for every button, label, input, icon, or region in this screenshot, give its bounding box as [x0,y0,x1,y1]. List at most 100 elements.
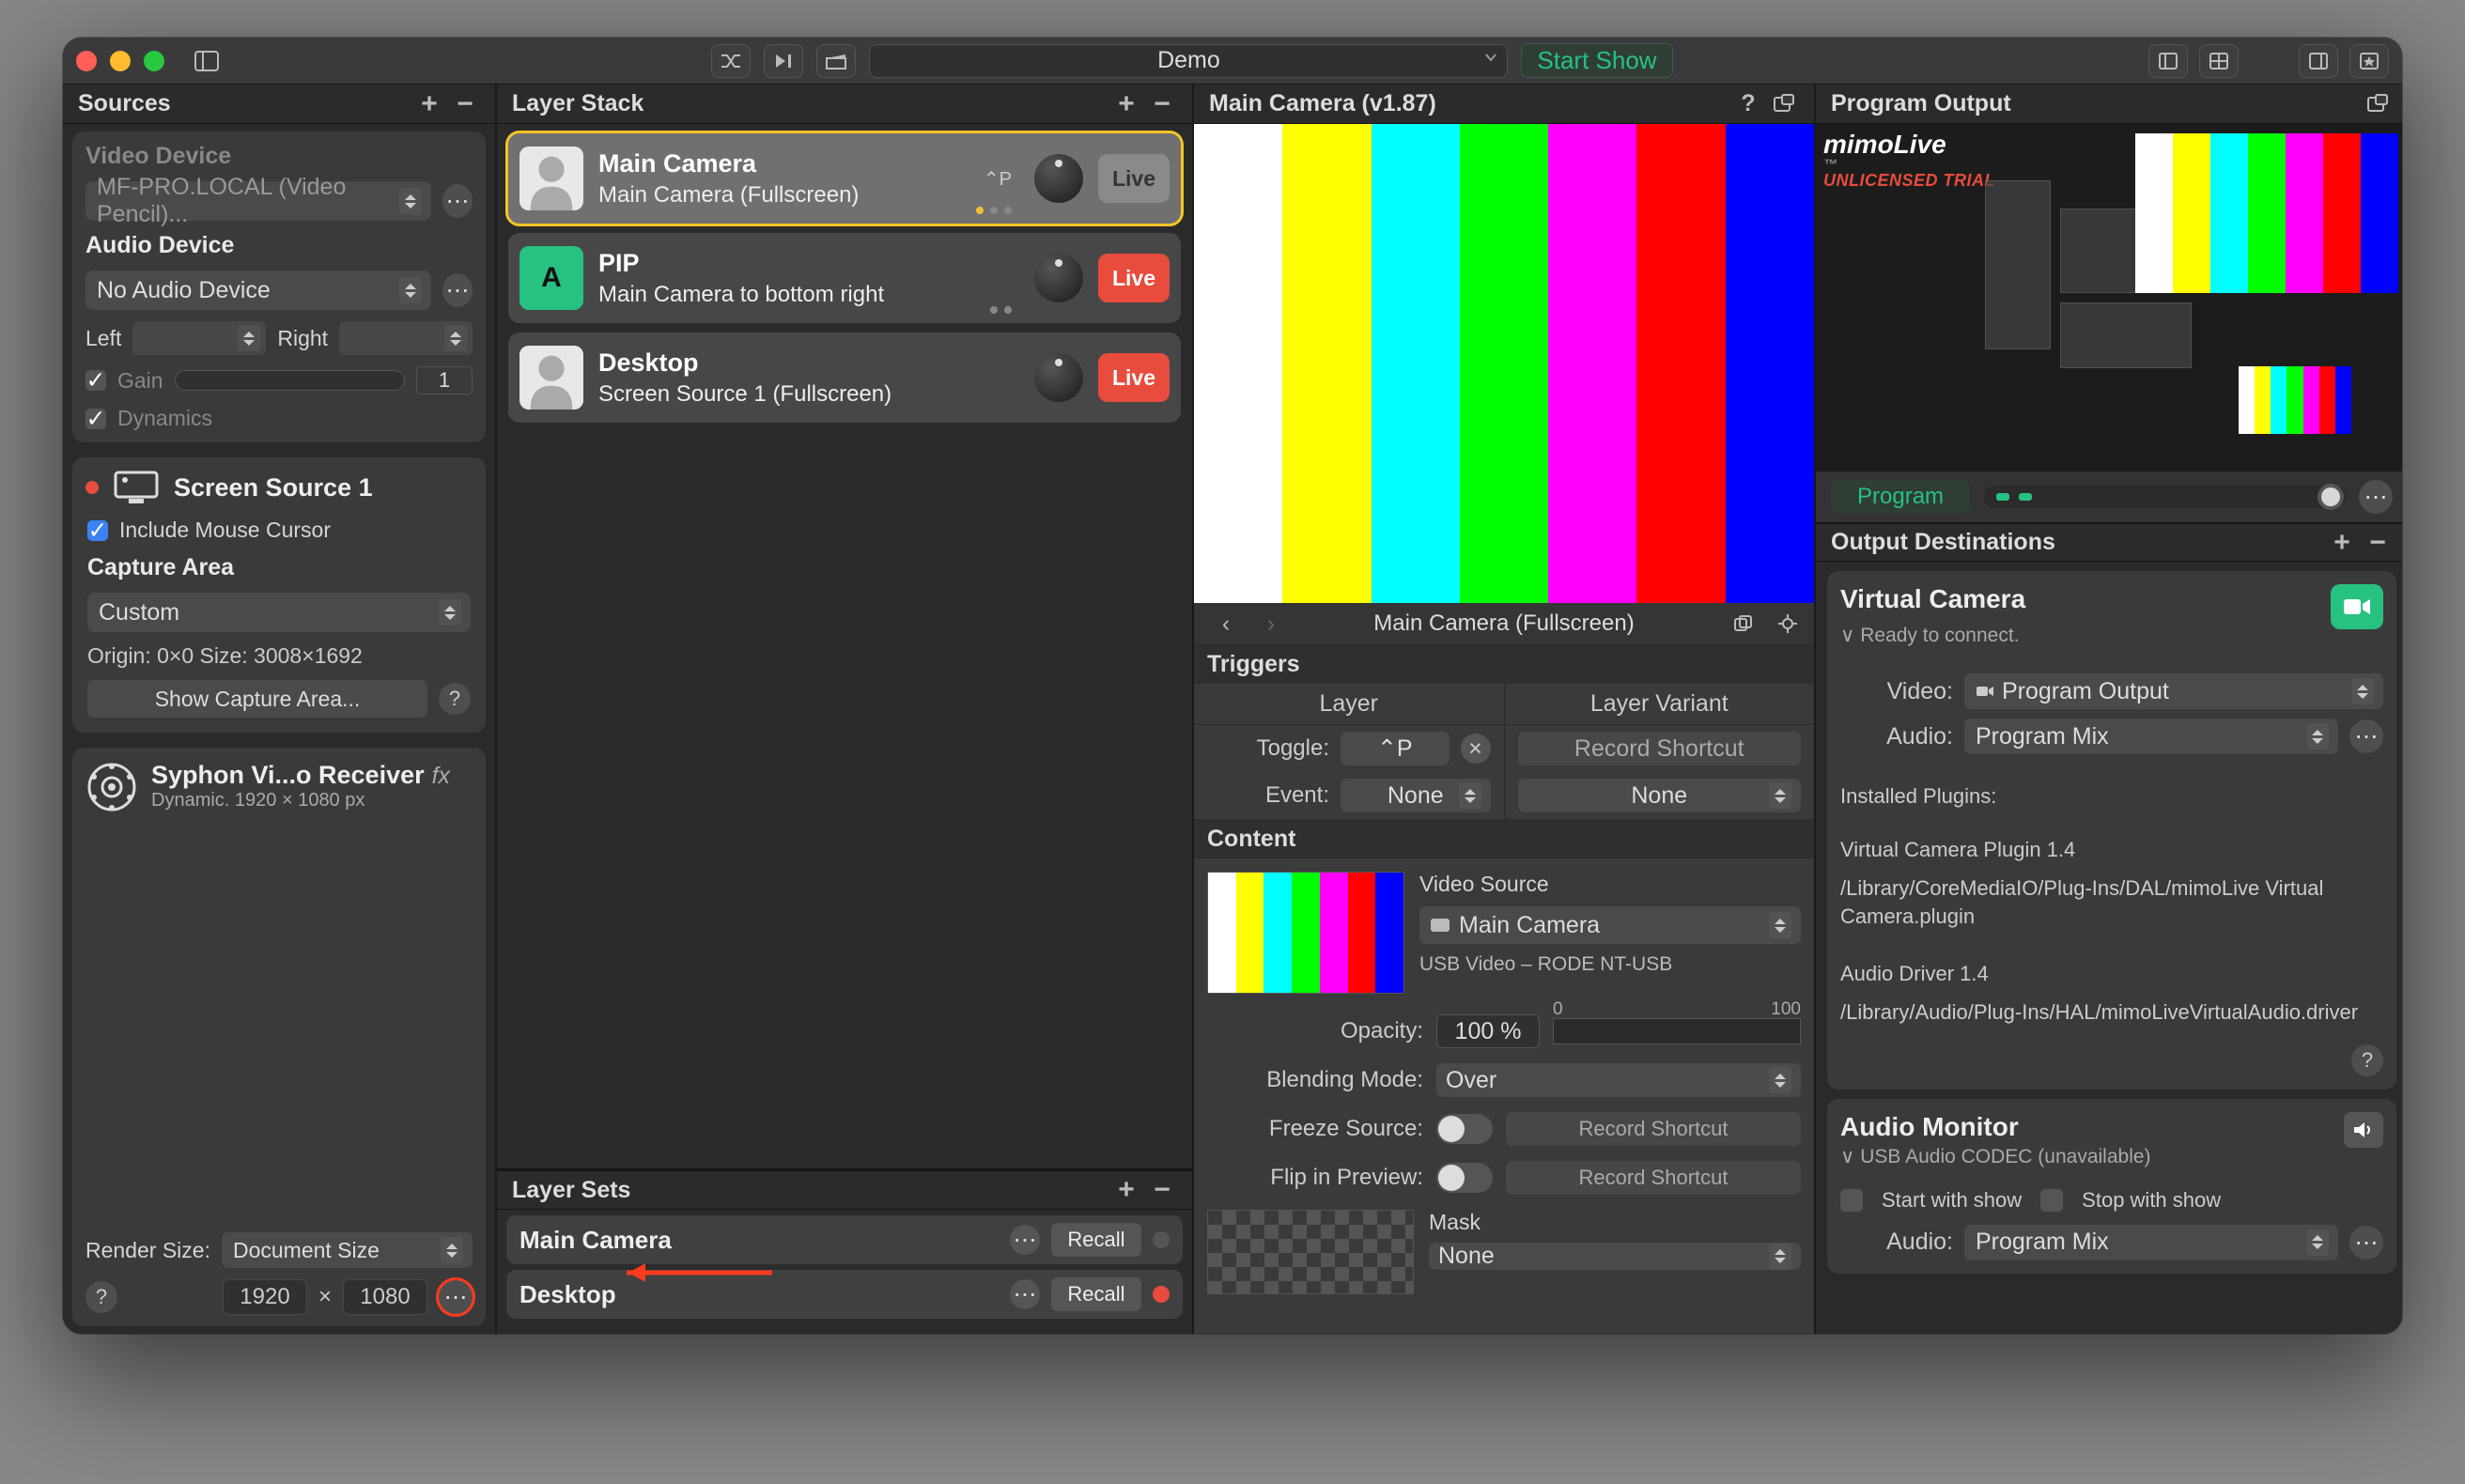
set-more-button[interactable]: ⋯ [1010,1225,1040,1255]
program-more[interactable]: ⋯ [2359,480,2393,514]
opacity-input[interactable]: 100 % [1436,1014,1540,1048]
gain-slider[interactable] [175,370,405,391]
layer-tab[interactable]: Layer [1194,684,1504,724]
freeze-toggle[interactable] [1436,1114,1493,1144]
volume-knob[interactable] [1034,353,1083,402]
gear-icon[interactable] [1773,609,1803,639]
vc-audio-more[interactable]: ⋯ [2349,719,2383,753]
sidebar-toggle-icon[interactable] [187,46,226,76]
volume-knob[interactable] [1034,154,1083,203]
speaker-icon[interactable] [2344,1112,2383,1148]
gain-checkbox[interactable]: ✓ [85,370,106,391]
remove-source-button[interactable]: − [450,89,480,119]
layer-row[interactable]: Main Camera Main Camera (Fullscreen) ⌃P … [508,133,1181,224]
recall-button[interactable]: Recall [1051,1277,1141,1311]
add-dest-button[interactable]: + [2327,528,2357,558]
event-select[interactable]: None [1341,779,1491,812]
add-source-button[interactable]: + [414,89,444,119]
am-sub: ∨ USB Audio CODEC (unavailable) [1840,1146,2151,1167]
toggle-label: Toggle: [1207,735,1329,762]
minimize-window[interactable] [110,51,131,71]
render-more-button[interactable]: ⋯ [439,1280,473,1314]
skip-icon[interactable] [764,44,803,78]
window-controls [76,51,164,71]
dynamics-checkbox[interactable]: ✓ [85,409,106,429]
help-button[interactable]: ? [85,1281,117,1313]
freeze-shortcut[interactable]: Record Shortcut [1506,1112,1801,1146]
blending-select[interactable]: Over [1436,1063,1801,1097]
render-size-select[interactable]: Document Size [222,1232,473,1268]
layout-2-icon[interactable] [2199,44,2239,78]
star-icon[interactable] [2349,44,2389,78]
toggle-shortcut-field[interactable]: ⌃P [1341,732,1450,765]
flip-shortcut[interactable]: Record Shortcut [1506,1161,1801,1195]
add-set-button[interactable]: + [1111,1175,1141,1205]
mouse-cursor-checkbox[interactable]: ✓ [87,520,108,541]
close-window[interactable] [76,51,97,71]
camera-on-icon[interactable] [2331,584,2383,629]
syphon-icon [85,761,138,813]
remove-layer-button[interactable]: − [1147,89,1177,119]
help-button[interactable]: ? [2351,1044,2383,1076]
variant-shortcut-field[interactable]: Record Shortcut [1518,732,1802,765]
help-button[interactable]: ? [1733,89,1763,119]
vc-video-select[interactable]: Program Output [1964,673,2383,709]
variant-event-select[interactable]: None [1518,779,1802,812]
shuffle-icon[interactable] [711,44,751,78]
stop-with-show-checkbox[interactable] [2040,1189,2063,1212]
left-channel-select[interactable] [132,321,266,355]
render-height-input[interactable]: 1080 [343,1279,427,1315]
clapper-icon[interactable] [816,44,856,78]
audio-device-select[interactable]: No Audio Device [85,271,431,310]
live-button[interactable]: Live [1098,154,1170,203]
add-layer-button[interactable]: + [1111,89,1141,119]
nav-back-icon[interactable]: ‹ [1211,609,1241,639]
start-with-show-checkbox[interactable] [1840,1189,1863,1212]
copy-icon[interactable] [1728,609,1758,639]
video-device-select[interactable]: MF-PRO.LOCAL (Video Pencil)... [85,181,431,221]
layer-row[interactable]: Desktop Screen Source 1 (Fullscreen) Liv… [508,332,1181,423]
live-button[interactable]: Live [1098,353,1170,402]
video-device-more[interactable]: ⋯ [442,184,473,218]
audio-device-more[interactable]: ⋯ [442,273,473,307]
flip-toggle[interactable] [1436,1163,1493,1193]
layout-1-icon[interactable] [2148,44,2188,78]
set-more-button[interactable]: ⋯ [1010,1279,1040,1309]
mini-bars-2 [2239,366,2351,434]
zoom-window[interactable] [144,51,164,71]
layer-set-row[interactable]: Desktop ⋯ Recall [506,1270,1183,1319]
volume-knob[interactable] [1034,254,1083,302]
include-cursor-label: Include Mouse Cursor [119,518,331,543]
clear-shortcut-button[interactable]: × [1461,734,1491,764]
right-channel-select[interactable] [339,321,473,355]
opacity-slider[interactable] [1553,1018,1801,1044]
popout-icon[interactable] [1769,89,1799,119]
live-button[interactable]: Live [1098,254,1170,302]
layer-row[interactable]: A PIP Main Camera to bottom right Live [508,233,1181,323]
am-audio-more[interactable]: ⋯ [2349,1226,2383,1260]
help-button[interactable]: ? [439,683,471,715]
mask-select[interactable]: None [1429,1243,1801,1270]
am-audio-select[interactable]: Program Mix [1964,1225,2338,1260]
window-layout-icon[interactable] [2299,44,2338,78]
document-title[interactable]: Demo [869,44,1508,78]
vc-audio-select[interactable]: Program Mix [1964,719,2338,754]
popout-icon[interactable] [2363,89,2393,119]
stop-with-show-label: Stop with show [2082,1186,2221,1215]
start-show-button[interactable]: Start Show [1521,43,1672,78]
tbar-slider[interactable] [1983,486,2346,508]
nav-forward-icon[interactable]: › [1256,609,1286,639]
layer-set-row[interactable]: Main Camera ⋯ Recall [506,1215,1183,1264]
show-capture-area-button[interactable]: Show Capture Area... [87,680,427,718]
recall-button[interactable]: Recall [1051,1223,1141,1257]
sources-header: Sources + − [63,85,495,124]
video-source-select[interactable]: Main Camera [1419,906,1801,944]
vc-audio-label: Audio: [1840,723,1953,750]
remove-dest-button[interactable]: − [2363,528,2393,558]
capture-area-select[interactable]: Custom [87,593,471,632]
gain-value[interactable]: 1 [416,366,473,394]
remove-set-button[interactable]: − [1147,1175,1177,1205]
program-button[interactable]: Program [1831,480,1970,514]
layer-variant-tab[interactable]: Layer Variant [1504,684,1815,724]
render-width-input[interactable]: 1920 [223,1279,307,1315]
